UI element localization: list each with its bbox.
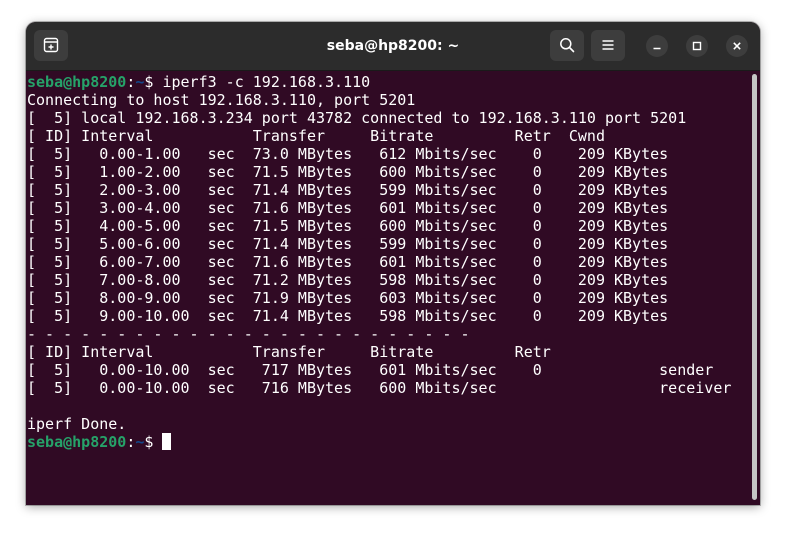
minimize-button[interactable] [646, 35, 668, 57]
command-text: iperf3 -c 192.168.3.110 [162, 73, 371, 91]
output-line: [ 5] 1.00-2.00 sec 71.5 MBytes 600 Mbits… [27, 163, 669, 181]
output-line: [ 5] 9.00-10.00 sec 71.4 MBytes 598 Mbit… [27, 307, 669, 325]
output-line: [ ID] Interval Transfer Bitrate Retr Cwn… [27, 127, 605, 145]
output-line: [ 5] 5.00-6.00 sec 71.4 MBytes 599 Mbits… [27, 235, 669, 253]
output-line: [ 5] 7.00-8.00 sec 71.2 MBytes 598 Mbits… [27, 271, 669, 289]
maximize-button[interactable] [686, 35, 708, 57]
current-prompt-line[interactable]: seba@hp8200:~$ [27, 433, 731, 451]
output-line: [ 5] local 192.168.3.234 port 43782 conn… [27, 109, 687, 127]
terminal-area[interactable]: seba@hp8200:~$ iperf3 -c 192.168.3.110 C… [26, 71, 748, 505]
output-line: [ 5] 0.00-10.00 sec 717 MBytes 601 Mbits… [27, 361, 714, 379]
hamburger-menu-icon [602, 40, 614, 50]
maximize-icon [692, 41, 702, 51]
command-line: seba@hp8200:~$ iperf3 -c 192.168.3.110 [27, 73, 731, 91]
prompt-user-host: seba@hp8200 [27, 433, 127, 451]
vertical-scrollbar[interactable] [752, 74, 757, 500]
title-bar[interactable]: seba@hp8200: ~ [26, 22, 760, 71]
output-line: Connecting to host 192.168.3.110, port 5… [27, 91, 416, 109]
menu-button[interactable] [591, 30, 625, 61]
search-icon [560, 38, 575, 53]
output-line: - - - - - - - - - - - - - - - - - - - - … [27, 325, 470, 343]
close-icon [733, 42, 741, 50]
output-line: [ 5] 0.00-10.00 sec 716 MBytes 600 Mbits… [27, 379, 732, 397]
terminal-window: seba@hp8200: ~ seba@hp8200:~$ iperf3 -c … [26, 22, 760, 505]
output-line: [ 5] 2.00-3.00 sec 71.4 MBytes 599 Mbits… [27, 181, 669, 199]
output-line: [ 5] 3.00-4.00 sec 71.6 MBytes 601 Mbits… [27, 199, 669, 217]
close-button[interactable] [726, 35, 748, 57]
output-line: [ 5] 6.00-7.00 sec 71.6 MBytes 601 Mbits… [27, 253, 669, 271]
output-line: [ 5] 8.00-9.00 sec 71.9 MBytes 603 Mbits… [27, 289, 669, 307]
search-button[interactable] [550, 30, 584, 61]
prompt-user-host: seba@hp8200 [27, 73, 127, 91]
output-line: [ 5] 4.00-5.00 sec 71.5 MBytes 600 Mbits… [27, 217, 669, 235]
text-cursor [162, 433, 172, 450]
terminal-output: seba@hp8200:~$ iperf3 -c 192.168.3.110 C… [27, 73, 731, 451]
minimize-icon [653, 47, 661, 50]
prompt-symbol: $ [144, 433, 163, 451]
prompt-symbol: $ [144, 73, 163, 91]
output-line: [ 5] 0.00-1.00 sec 73.0 MBytes 612 Mbits… [27, 145, 669, 163]
output-line: [ ID] Interval Transfer Bitrate Retr [27, 343, 551, 361]
output-line: iperf Done. [27, 415, 127, 433]
